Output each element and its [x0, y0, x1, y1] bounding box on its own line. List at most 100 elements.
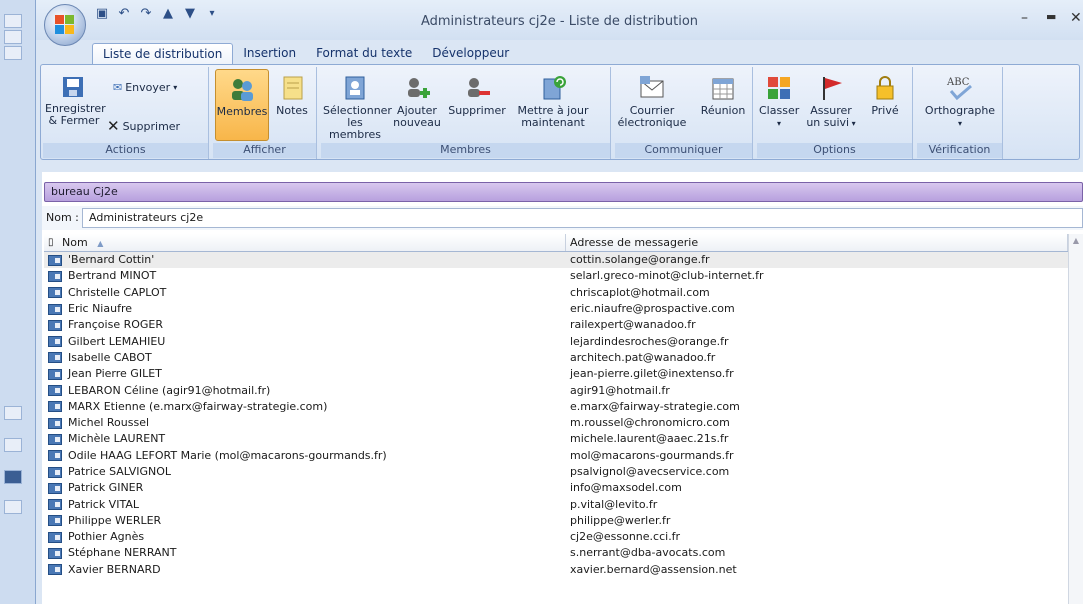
send-button[interactable]: ✉ Envoyer ▾	[113, 81, 177, 94]
table-row[interactable]: Michel Roussel m.roussel@chronomicro.com	[44, 415, 1068, 431]
dropdown-icon: ▾	[957, 119, 962, 128]
table-row[interactable]: LEBARON Céline (agir91@hotmail.fr) agir91…	[44, 382, 1068, 398]
contacts-icon[interactable]	[4, 470, 22, 484]
address-book-icon	[345, 76, 365, 100]
table-row[interactable]: Philippe WERLER philippe@werler.fr	[44, 513, 1068, 529]
group-afficher: Membres Notes Afficher	[213, 67, 317, 159]
table-row[interactable]: Patrice SALVIGNOL psalvignol@avecservice.…	[44, 464, 1068, 480]
name-field[interactable]: Administrateurs cj2e	[82, 208, 1083, 228]
table-row[interactable]: 'Bernard Cottin' cottin.solange@orange.fr	[44, 252, 1068, 269]
remove-contact-icon	[468, 78, 490, 97]
table-row[interactable]: Pothier Agnès cj2e@essonne.cci.fr	[44, 529, 1068, 545]
contact-card-icon	[48, 319, 62, 331]
members-table: ▯ Nom ▲ Adresse de messagerie 'Bernard C…	[44, 234, 1068, 578]
contact-icon	[4, 46, 22, 60]
contact-card-icon	[48, 368, 62, 380]
update-now-button[interactable]: Mettre à jour maintenant	[511, 73, 595, 129]
add-contact-icon	[408, 78, 430, 98]
contact-icon	[4, 14, 22, 28]
contact-card-icon	[48, 385, 62, 397]
office-button[interactable]	[44, 4, 86, 46]
table-row[interactable]: Michèle LAURENT michele.laurent@aaec.21s.…	[44, 431, 1068, 447]
notes-icon	[283, 76, 303, 100]
minimize-icon[interactable]: –	[1021, 10, 1028, 26]
dropdown-icon: ▾	[173, 83, 178, 92]
select-members-button[interactable]: Sélectionner les membres	[323, 73, 392, 141]
contact-card-icon	[48, 564, 62, 576]
column-header-email[interactable]: Adresse de messagerie	[566, 234, 1068, 251]
contact-card-icon	[48, 254, 62, 266]
table-row[interactable]: Bertrand MINOT selarl.greco-minot@club-in…	[44, 268, 1068, 284]
column-header-name[interactable]: ▯ Nom ▲	[44, 234, 566, 251]
contact-card-icon	[48, 482, 62, 494]
calendar-icon[interactable]	[4, 438, 22, 452]
sort-ascending-icon: ▲	[97, 239, 104, 248]
group-header[interactable]: bureau Cj2e	[44, 182, 1083, 202]
contact-card-icon	[48, 433, 62, 445]
maximize-icon[interactable]: ▬	[1046, 10, 1056, 23]
contact-card-icon	[48, 287, 62, 299]
email-button[interactable]: Courrier électronique	[617, 73, 687, 129]
table-row[interactable]: Gilbert LEMAHIEU lejardindesroches@orange…	[44, 333, 1068, 349]
contact-card-icon	[48, 401, 62, 413]
table-row[interactable]: Françoise ROGER railexpert@wanadoo.fr	[44, 317, 1068, 333]
contact-card-icon	[48, 303, 62, 315]
table-row[interactable]: Isabelle CABOT architech.pat@wanadoo.fr	[44, 350, 1068, 366]
mail-icon[interactable]	[4, 406, 22, 420]
table-row[interactable]: Xavier BERNARD xavier.bernard@assension.n…	[44, 562, 1068, 578]
tab-distribution-list[interactable]: Liste de distribution	[92, 43, 234, 65]
contact-icon	[4, 30, 22, 44]
contact-card-icon	[48, 417, 62, 429]
dropdown-icon: ▾	[776, 119, 781, 128]
distribution-list-window: ▣ ↶ ↷ ▲ ▼ ▾ Administrateurs cj2e - Liste…	[36, 0, 1083, 604]
contact-card-icon	[48, 450, 62, 462]
meeting-button[interactable]: Réunion	[699, 73, 747, 117]
close-icon[interactable]: ✕	[1070, 10, 1082, 26]
scroll-up-icon[interactable]: ▲	[1069, 236, 1083, 245]
tasks-icon[interactable]	[4, 500, 22, 514]
group-membres: Sélectionner les membres Ajouter nouveau…	[321, 67, 611, 159]
send-icon: ✉	[113, 81, 123, 94]
group-options: Classer ▾ Assurer un suivi ▾ Privé Option…	[757, 67, 913, 159]
name-row: Nom : Administrateurs cj2e	[42, 206, 1083, 230]
table-row[interactable]: Jean Pierre GILET jean-pierre.gilet@inext…	[44, 366, 1068, 382]
followup-button[interactable]: Assurer un suivi ▾	[803, 73, 859, 130]
remove-member-button[interactable]: Supprimer	[447, 73, 507, 117]
members-button[interactable]: Membres	[215, 69, 269, 141]
ribbon-tabs: Liste de distribution Insertion Format d…	[92, 43, 519, 65]
categorize-button[interactable]: Classer ▾	[759, 73, 799, 130]
table-row[interactable]: Odile HAAG LEFORT Marie (mol@macarons-go…	[44, 448, 1068, 464]
delete-button[interactable]: ✕ Supprimer	[107, 117, 180, 135]
private-button[interactable]: Privé	[863, 73, 907, 117]
window-title: Administrateurs cj2e - Liste de distribu…	[420, 14, 699, 29]
lock-icon	[876, 76, 894, 100]
dropdown-icon: ▾	[849, 119, 856, 128]
table-row[interactable]: Patrick VITAL p.vital@levito.fr	[44, 496, 1068, 512]
save-close-button[interactable]: Enregistrer & Fermer	[45, 71, 106, 127]
update-icon	[543, 76, 566, 100]
vertical-scrollbar[interactable]: ▲	[1068, 234, 1083, 604]
notes-button[interactable]: Notes	[271, 73, 313, 117]
contact-card-icon	[48, 466, 62, 478]
svg-text:ABC: ABC	[946, 77, 970, 88]
spelling-icon: ABC	[946, 77, 972, 101]
name-label: Nom :	[46, 211, 79, 224]
contact-card-icon	[48, 547, 62, 559]
add-new-button[interactable]: Ajouter nouveau	[391, 73, 443, 129]
table-row[interactable]: Stéphane NERRANT s.nerrant@dba-avocats.co…	[44, 545, 1068, 561]
table-row[interactable]: Patrick GINER info@maxsodel.com	[44, 480, 1068, 496]
table-row[interactable]: Eric Niaufre eric.niaufre@prospactive.com	[44, 301, 1068, 317]
tab-format-text[interactable]: Format du texte	[306, 43, 422, 65]
contact-card-icon	[48, 499, 62, 511]
spelling-button[interactable]: ABC Orthographe ▾	[921, 73, 999, 130]
tab-developer[interactable]: Développeur	[422, 43, 519, 65]
tab-insert[interactable]: Insertion	[233, 43, 306, 65]
contact-card-icon	[48, 531, 62, 543]
contact-card-icon	[48, 515, 62, 527]
table-row[interactable]: MARX Etienne (e.marx@fairway-strategie.c…	[44, 399, 1068, 415]
members-icon	[232, 79, 253, 101]
group-actions: Enregistrer & Fermer ✉ Envoyer ▾ ✕ Suppr…	[43, 67, 209, 159]
email-icon	[640, 76, 664, 98]
group-verification: ABC Orthographe ▾ Vérification	[917, 67, 1003, 159]
table-row[interactable]: Christelle CAPLOT chriscaplot@hotmail.com	[44, 285, 1068, 301]
